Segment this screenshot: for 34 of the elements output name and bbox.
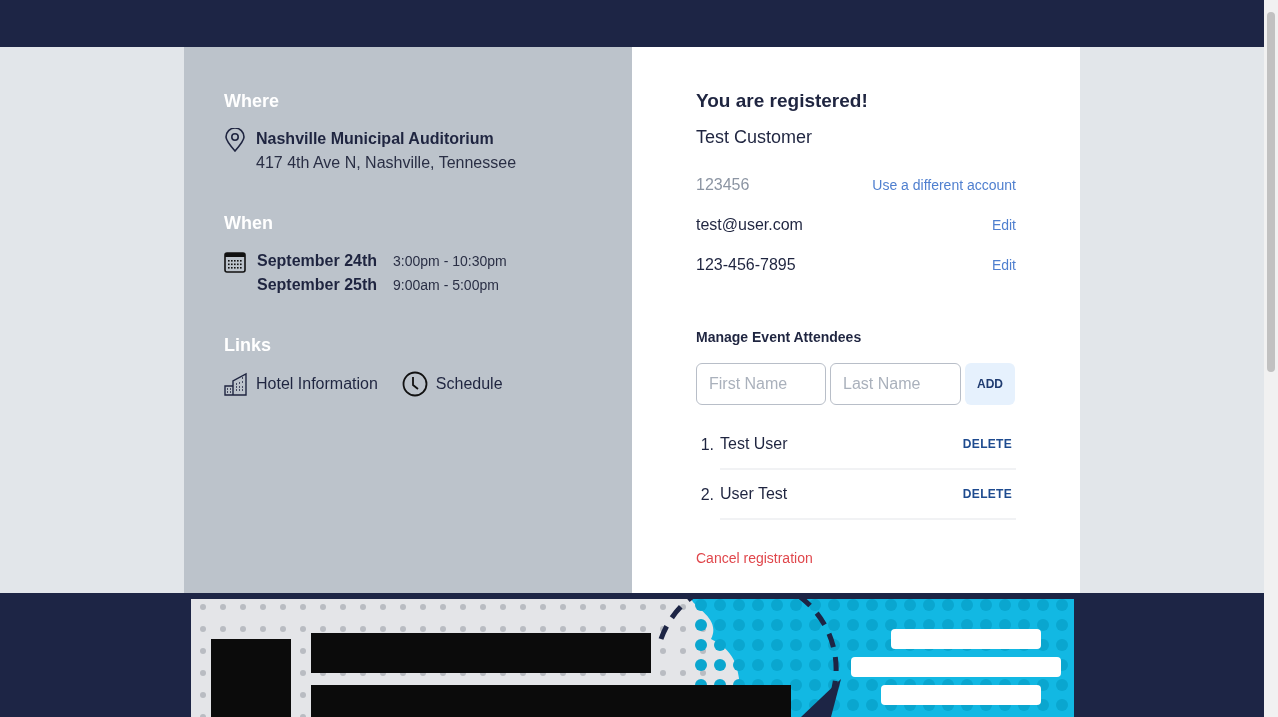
section-heading: Links [224, 334, 272, 357]
contact-value: 123-456-7895 [696, 255, 796, 275]
account-number: 123456 [696, 175, 750, 195]
info-link[interactable]: Schedule [435, 372, 503, 396]
calendar-icon [224, 251, 246, 273]
list-number: 1. [699, 435, 715, 455]
section-heading: Where [224, 90, 280, 113]
registration-title: You are registered! [696, 89, 869, 113]
delete-button[interactable]: DELETE [962, 435, 1012, 453]
attendees-heading: Manage Event Attendees [696, 328, 863, 347]
list-number: 2. [699, 485, 715, 505]
last-name-field[interactable]: Last Name [830, 363, 961, 405]
location-pin-icon [224, 128, 246, 152]
building-icon [224, 372, 248, 396]
event-time: 3:00pm - 10:30pm [393, 252, 507, 271]
first-name-field[interactable]: First Name [696, 363, 826, 405]
event-time: 9:00am - 5:00pm [393, 276, 500, 295]
venue-name: Nashville Municipal Auditorium [256, 129, 495, 149]
delete-button[interactable]: DELETE [962, 485, 1012, 503]
attendee-name: Test User [720, 434, 788, 454]
customer-name: Test Customer [696, 126, 814, 149]
contact-value: test@user.com [696, 215, 803, 235]
event-date: September 24th [257, 251, 378, 271]
event-date: September 25th [257, 275, 378, 295]
edit-link[interactable]: Edit [991, 254, 1016, 276]
switch-account-link[interactable]: Use a different account [872, 174, 1016, 196]
section-heading: When [224, 212, 274, 235]
edit-link[interactable]: Edit [991, 214, 1016, 236]
clock-icon [401, 371, 428, 397]
add-button[interactable]: ADD [965, 363, 1015, 405]
attendee-name: User Test [720, 484, 788, 504]
info-link[interactable]: Hotel Information [256, 372, 378, 396]
cancel-registration-link[interactable]: Cancel registration [696, 548, 813, 569]
venue-address: 417 4th Ave N, Nashville, Tennessee [256, 153, 517, 173]
